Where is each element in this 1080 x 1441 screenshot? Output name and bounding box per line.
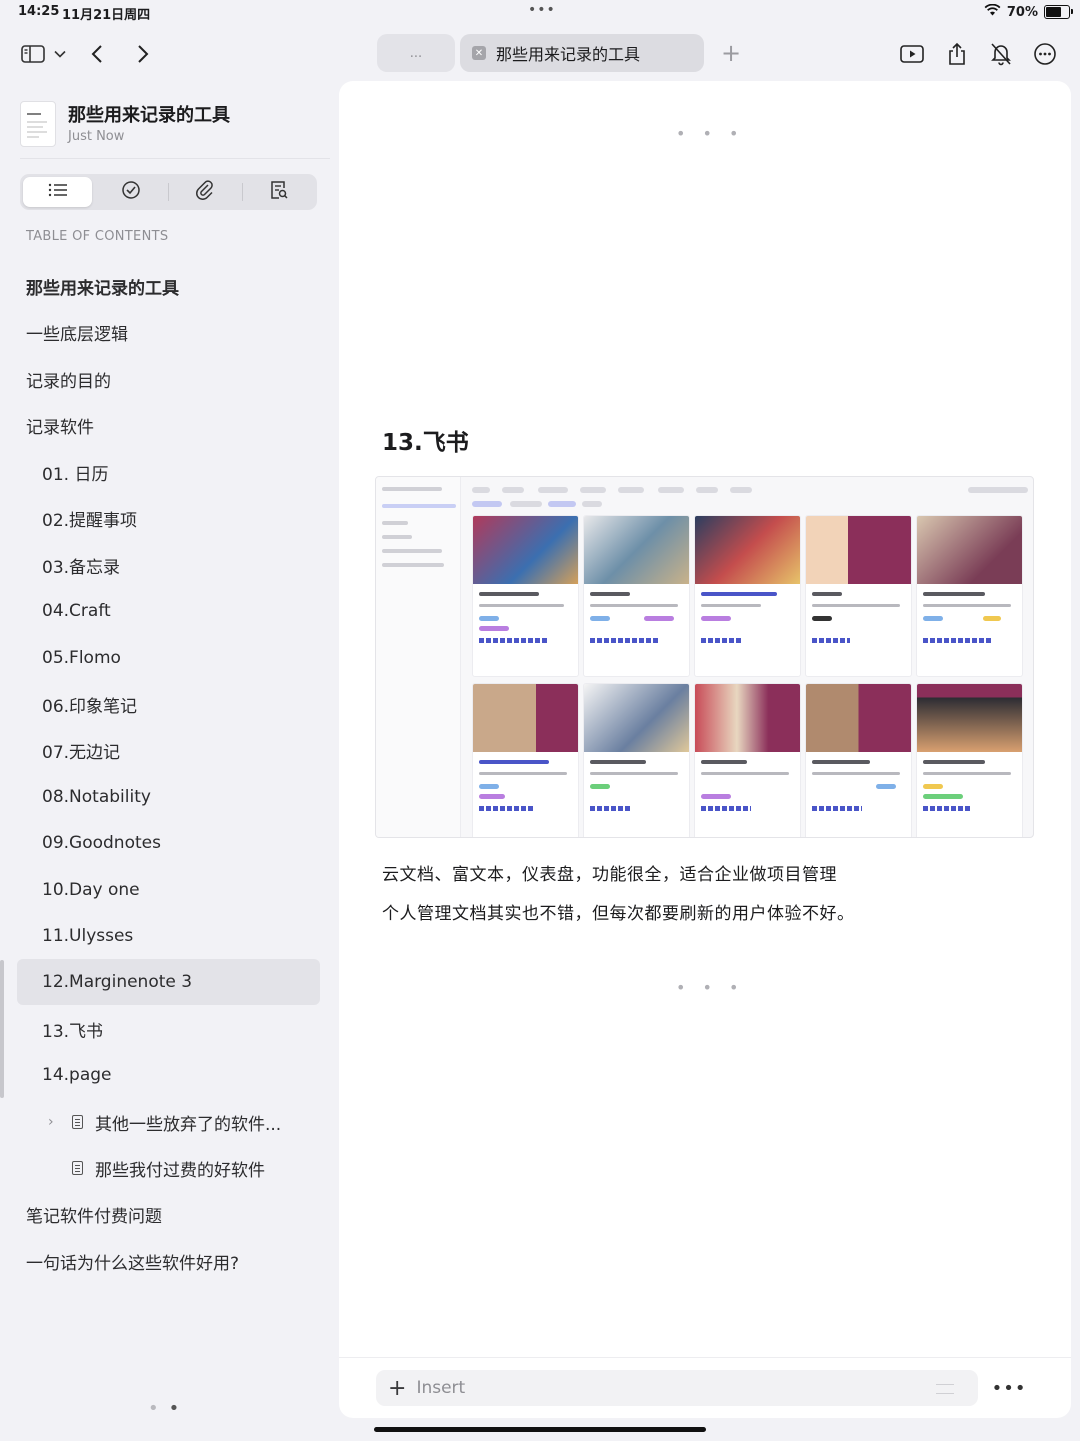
sidebar-mode-segmented-control [20,174,317,210]
multitasking-dots-icon[interactable]: ••• [528,2,556,18]
bell-slash-icon[interactable] [985,38,1017,70]
insert-placeholder: Insert [416,1378,466,1398]
toc-item[interactable]: 01. 日历 [0,449,335,495]
toc-item[interactable]: 一些底层逻辑 [0,309,335,355]
tab-current[interactable]: ✕ 那些用来记录的工具 [460,34,704,72]
toc-item[interactable]: 11.Ulysses [0,913,335,959]
toc-scroll-indicator [0,960,4,1098]
document-title: 那些用来记录的工具 [68,105,230,126]
plus-icon: + [388,1375,407,1401]
image-card [805,515,912,677]
image-sidebar-mock [376,477,461,837]
image-card [916,515,1023,677]
toc-linked-page[interactable]: › 其他一些放弃了的软件... [0,1099,335,1145]
toc-item[interactable]: 05.Flomo [0,635,335,681]
image-card [583,683,690,837]
toc-item[interactable]: 记录的目的 [0,356,335,402]
image-card [583,515,690,677]
page-icon [72,1115,83,1129]
bottom-divider [339,1357,1071,1358]
tab-title: 那些用来记录的工具 [496,45,641,64]
back-icon[interactable] [81,38,113,70]
page-icon [72,1161,83,1175]
image-card [472,683,579,837]
toc-item[interactable]: 记录软件 [0,402,335,448]
paragraph: 个人管理文档其实也不错，但每次都要刷新的用户体验不好。 [382,904,855,924]
drag-handle-icon[interactable] [936,1384,954,1394]
image-card [916,683,1023,837]
checkmark-circle-icon [121,180,141,204]
toc-item[interactable]: 那些用来记录的工具 [0,263,335,309]
document-modified: Just Now [68,129,125,144]
close-tab-icon[interactable]: ✕ [472,46,486,60]
tasks-mode-button[interactable] [96,177,166,207]
insert-input[interactable]: + Insert [376,1370,978,1406]
toc-item[interactable]: 14.page [0,1052,335,1098]
page-indicator: •• [148,1398,190,1419]
more-options-icon[interactable] [1029,38,1061,70]
image-card [472,515,579,677]
tab-previous[interactable]: ... [377,34,455,72]
separator-dots: • • • [676,978,745,997]
toc-item[interactable]: 07.无边记 [0,727,335,773]
toc-item[interactable]: 03.备忘录 [0,542,335,588]
toc-item[interactable]: 06.印象笔记 [0,681,335,727]
section-heading: 13.飞书 [382,430,469,456]
toc-item[interactable]: 08.Notability [0,774,335,820]
status-right: 70% [984,3,1073,20]
toc-item[interactable]: 04.Craft [0,588,335,634]
toc-mode-button[interactable] [23,177,92,207]
list-icon [48,182,68,202]
more-icon[interactable]: ••• [992,1372,1026,1404]
paragraph: 云文档、富文本，仪表盘，功能很全，适合企业做项目管理 [382,865,837,885]
chevron-down-icon[interactable] [48,38,72,70]
battery-icon [1044,5,1073,19]
toc-item[interactable]: 一句话为什么这些软件好用? [0,1238,335,1284]
present-icon[interactable] [896,38,928,70]
toc-linked-page[interactable]: 那些我付过费的好软件 [0,1145,335,1191]
search-document-mode-button[interactable] [244,177,314,207]
image-card [805,683,912,837]
attachments-mode-button[interactable] [170,177,240,207]
document-search-icon [270,180,288,204]
separator-dots: • • • [676,124,745,143]
toc-item[interactable]: 10.Day one [0,867,335,913]
toc-item[interactable]: 09.Goodnotes [0,820,335,866]
forward-icon[interactable] [127,38,159,70]
image-card [694,515,801,677]
toc-item[interactable]: 笔记软件付费问题 [0,1191,335,1237]
toc-item-selected[interactable]: 12.Marginenote 3 [17,959,320,1005]
wifi-icon [984,3,1001,20]
feishu-screenshot-image[interactable] [375,476,1034,838]
status-date: 11月21日周四 [62,8,151,23]
toc-item[interactable]: 02.提醒事项 [0,495,335,541]
document-thumbnail[interactable] [20,101,56,147]
chevron-right-icon[interactable]: › [48,1114,66,1130]
home-indicator[interactable] [374,1427,706,1432]
image-toolbar-mock [468,487,1028,495]
toc-item[interactable]: 13.飞书 [0,1006,335,1052]
share-icon[interactable] [941,38,973,70]
toc-heading: TABLE OF CONTENTS [26,229,169,244]
sidebar-toggle-icon[interactable] [17,38,49,70]
status-time: 14:25 [18,4,60,19]
image-filter-mock [468,501,1028,509]
battery-percent: 70% [1006,4,1038,20]
paperclip-icon [196,180,214,204]
add-tab-button[interactable]: + [720,38,742,68]
sidebar-divider [20,158,330,159]
image-card [694,683,801,837]
